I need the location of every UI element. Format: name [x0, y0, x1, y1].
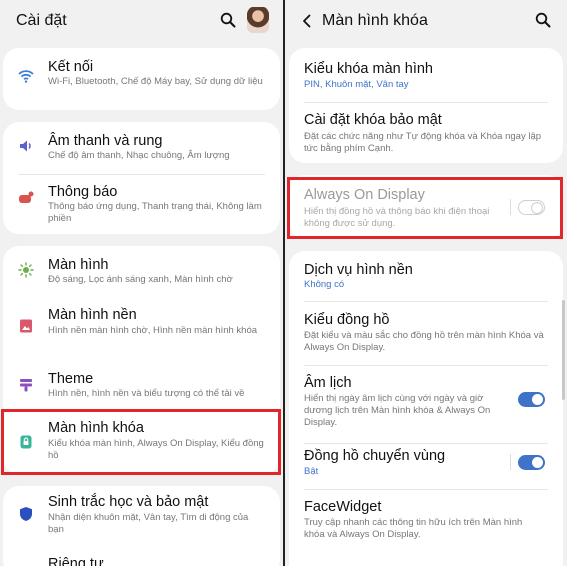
settings-item-connections[interactable]: Kết nối Wi-Fi, Bluetooth, Chế độ Máy bay… — [3, 48, 280, 110]
lock-screen-panel: Màn hình khóa Kiểu khóa màn hình PIN, Kh… — [285, 0, 567, 566]
wallpaper-services-item[interactable]: Dịch vụ hình nền Không có — [289, 251, 563, 301]
item-title: Thông báo — [48, 184, 118, 200]
divider — [510, 199, 511, 215]
item-subtitle: Hiển thị đồng hồ và thông báo khi điện t… — [304, 206, 490, 229]
item-title: Màn hình — [48, 257, 109, 273]
wallpaper-icon — [20, 319, 32, 333]
secure-lock-settings-item[interactable]: Cài đặt khóa bảo mật Đặt các chức năng n… — [289, 104, 563, 163]
settings-item-privacy[interactable]: Riêng tư — [3, 542, 280, 566]
item-title: Kết nối — [48, 59, 94, 75]
settings-item-theme[interactable]: Theme Hình nền, hình nền và biểu tượng c… — [3, 360, 280, 412]
back-arrow-icon[interactable] — [299, 13, 315, 29]
item-subtitle: Hiển thị ngày âm lịch cùng với ngày và g… — [304, 393, 491, 428]
item-title: Kiểu đồng hồ — [304, 312, 390, 328]
scrollbar[interactable] — [562, 300, 565, 400]
item-title: Theme — [48, 371, 94, 387]
divider — [304, 102, 548, 103]
item-subtitle: Độ sáng, Lọc ánh sáng xanh, Màn hình chờ — [48, 274, 233, 285]
settings-item-display[interactable]: Màn hình Độ sáng, Lọc ánh sáng xanh, Màn… — [3, 246, 280, 296]
always-on-display-item[interactable]: Always On Display Hiển thị đồng hồ và th… — [289, 175, 563, 239]
lunar-calendar-item[interactable]: Âm lịch Hiển thị ngày âm lịch cùng với n… — [289, 367, 563, 443]
item-subtitle: Đặt kiểu và màu sắc cho đồng hồ trên màn… — [304, 330, 544, 353]
item-title: Cài đặt khóa bảo mật — [304, 112, 442, 128]
search-icon[interactable] — [220, 12, 236, 28]
settings-item-wallpaper[interactable]: Màn hình nền Hình nền màn hình chờ, Hình… — [3, 298, 280, 360]
item-title: Sinh trắc học và bảo mật — [48, 494, 209, 510]
notification-icon — [19, 191, 34, 203]
settings-card: Kết nối Wi-Fi, Bluetooth, Chế độ Máy bay… — [3, 48, 280, 110]
divider — [304, 443, 548, 444]
settings-app-bar: Cài đặt — [0, 0, 283, 42]
divider — [18, 174, 265, 175]
theme-icon — [20, 379, 32, 392]
lock-settings-card: Kiểu khóa màn hình PIN, Khuôn mặt, Vân t… — [289, 48, 563, 163]
clock-style-item[interactable]: Kiểu đồng hồ Đặt kiểu và màu sắc cho đồn… — [289, 303, 563, 365]
settings-item-lock-screen[interactable]: Màn hình khóa Kiểu khóa màn hình, Always… — [3, 412, 280, 474]
shield-icon — [20, 507, 32, 521]
item-subtitle: Wi-Fi, Bluetooth, Chế độ Máy bay, Sử dụn… — [48, 76, 263, 87]
facewidget-item[interactable]: FaceWidget Truy cập nhanh các thông tin … — [289, 491, 563, 551]
item-title: Màn hình nền — [48, 307, 137, 323]
item-subtitle: Đặt các chức năng như Tự động khóa và Kh… — [304, 131, 542, 154]
avatar[interactable] — [247, 7, 269, 33]
roaming-clock-toggle[interactable] — [518, 455, 545, 470]
settings-panel: Cài đặt Kết nối Wi-Fi, Bluetooth, Chế độ… — [0, 0, 283, 566]
item-subtitle: Hình nền màn hình chờ, Hình nền màn hình… — [48, 325, 258, 336]
item-title: FaceWidget — [304, 499, 382, 515]
divider — [304, 301, 548, 302]
item-subtitle: Hình nền, hình nền và biểu tượng có thể … — [48, 388, 245, 399]
item-title: Màn hình khóa — [48, 420, 144, 436]
item-subtitle: PIN, Khuôn mặt, Vân tay — [304, 79, 409, 90]
brightness-icon — [18, 262, 34, 278]
settings-item-biometrics[interactable]: Sinh trắc học và bảo mật Nhận diện khuôn… — [3, 486, 280, 540]
lock-settings-card: Always On Display Hiển thị đồng hồ và th… — [289, 175, 563, 239]
page-title: Cài đặt — [16, 12, 67, 29]
item-subtitle: Truy cập nhanh các thông tin hữu ích trê… — [304, 517, 523, 540]
lock-screen-app-bar: Màn hình khóa — [285, 0, 567, 42]
settings-card: Màn hình Độ sáng, Lọc ánh sáng xanh, Màn… — [3, 246, 280, 474]
divider — [304, 489, 548, 490]
roaming-clock-item[interactable]: Đồng hồ chuyển vùng Bật — [289, 445, 563, 495]
divider — [304, 365, 548, 366]
page-title: Màn hình khóa — [322, 12, 428, 29]
lock-settings-card: Dịch vụ hình nền Không có Kiểu đồng hồ Đ… — [289, 251, 563, 566]
settings-item-sound[interactable]: Âm thanh và rung Chế độ âm thanh, Nhạc c… — [3, 122, 280, 174]
item-title: Dịch vụ hình nền — [304, 262, 413, 278]
item-title: Âm thanh và rung — [48, 133, 163, 149]
item-title: Đồng hồ chuyển vùng — [304, 448, 446, 464]
lock-icon — [20, 435, 32, 449]
item-title: Riêng tư — [48, 556, 104, 566]
settings-item-notifications[interactable]: Thông báo Thông báo ứng dụng, Thanh trạn… — [3, 176, 280, 234]
wifi-icon — [18, 70, 34, 83]
divider — [510, 454, 511, 470]
item-subtitle: Thông báo ứng dụng, Thanh trạng thái, Kh… — [48, 201, 262, 224]
item-title: Âm lịch — [304, 375, 352, 391]
item-subtitle: Bật — [304, 466, 319, 477]
lunar-calendar-toggle[interactable] — [518, 392, 545, 407]
lock-type-item[interactable]: Kiểu khóa màn hình PIN, Khuôn mặt, Vân t… — [289, 48, 563, 102]
search-icon[interactable] — [535, 12, 551, 28]
sound-icon — [20, 140, 31, 152]
item-subtitle: Không có — [304, 279, 345, 290]
item-subtitle: Chế độ âm thanh, Nhạc chuông, Âm lượng — [48, 150, 230, 161]
settings-card: Sinh trắc học và bảo mật Nhận diện khuôn… — [3, 486, 280, 566]
item-title: Kiểu khóa màn hình — [304, 61, 433, 77]
item-subtitle: Kiểu khóa màn hình, Always On Display, K… — [48, 438, 264, 461]
item-title: Always On Display — [304, 187, 425, 203]
item-subtitle: Nhận diện khuôn mặt, Vân tay, Tìm di độn… — [48, 512, 249, 535]
settings-card: Âm thanh và rung Chế độ âm thanh, Nhạc c… — [3, 122, 280, 234]
always-on-display-toggle[interactable] — [518, 200, 545, 215]
